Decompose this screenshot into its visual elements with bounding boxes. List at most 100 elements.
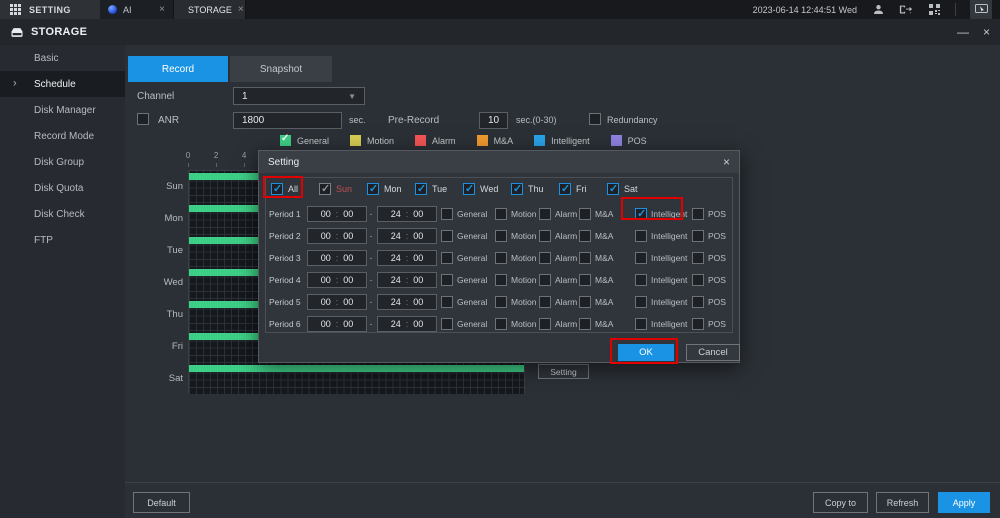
dialog-day-checkbox-all[interactable] [271,183,283,195]
period-5-type-motion: Motion [495,296,539,308]
type-checkbox-general[interactable] [441,318,453,330]
type-checkbox-general[interactable] [441,274,453,286]
start-time-input[interactable]: 00:00 [307,316,367,332]
sidebar-item-record-mode[interactable]: Record Mode [0,123,125,149]
type-checkbox-general[interactable] [441,230,453,242]
type-checkbox-manda[interactable] [579,296,591,308]
type-checkbox-motion[interactable] [495,296,507,308]
end-time-input[interactable]: 24:00 [377,206,437,222]
dialog-day-checkbox-fri[interactable] [559,183,571,195]
type-checkbox-motion[interactable] [495,274,507,286]
anr-checkbox[interactable] [137,113,149,125]
type-checkbox-alarm[interactable] [539,230,551,242]
sidebar-item-disk-quota[interactable]: Disk Quota [0,175,125,201]
end-time-input[interactable]: 24:00 [377,228,437,244]
sidebar-item-ftp[interactable]: FTP [0,227,125,253]
default-button[interactable]: Default [133,492,190,513]
type-checkbox-manda[interactable] [579,252,591,264]
tab-storage-close-icon[interactable]: × [238,4,244,15]
logout-icon[interactable] [899,3,913,16]
redundancy-checkbox[interactable] [589,113,601,125]
legend-swatch[interactable] [415,135,426,146]
channel-select[interactable]: 1 ▼ [233,87,365,105]
day-label-sat: Sat [143,362,183,394]
dialog-day-checkbox-tue[interactable] [415,183,427,195]
type-checkbox-motion[interactable] [495,252,507,264]
ok-button[interactable]: OK [618,344,674,361]
tab-snapshot[interactable]: Snapshot [230,56,332,82]
type-checkbox-general[interactable] [441,208,453,220]
sidebar-item-disk-group[interactable]: Disk Group [0,149,125,175]
window-close-button[interactable]: × [983,25,990,39]
legend-swatch[interactable] [534,135,545,146]
type-checkbox-intelligent[interactable] [635,318,647,330]
apply-button[interactable]: Apply [938,492,990,513]
dialog-day-checkbox-sun[interactable] [319,183,331,195]
type-checkbox-manda[interactable] [579,208,591,220]
copy-to-button[interactable]: Copy to [813,492,868,513]
type-checkbox-intelligent[interactable] [635,230,647,242]
tab-ai[interactable]: AI × [100,0,174,19]
type-checkbox-intelligent[interactable] [635,296,647,308]
row-setting-button[interactable]: Setting [538,364,589,379]
type-checkbox-pos[interactable] [692,318,704,330]
type-checkbox-intelligent[interactable] [635,252,647,264]
refresh-button[interactable]: Refresh [876,492,929,513]
anr-input[interactable]: 1800 [233,112,342,129]
type-checkbox-intelligent[interactable] [635,208,647,220]
legend-swatch[interactable] [350,135,361,146]
type-checkbox-motion[interactable] [495,208,507,220]
type-checkbox-intelligent[interactable] [635,274,647,286]
type-checkbox-motion[interactable] [495,230,507,242]
dialog-close-icon[interactable]: × [723,155,730,169]
legend-swatch[interactable] [477,135,488,146]
sidebar-item-disk-check[interactable]: Disk Check [0,201,125,227]
type-checkbox-manda[interactable] [579,318,591,330]
home-menu-button[interactable]: SETTING [0,0,100,19]
end-hour: 24 [391,275,401,285]
type-checkbox-motion[interactable] [495,318,507,330]
end-time-input[interactable]: 24:00 [377,316,437,332]
start-time-input[interactable]: 00:00 [307,250,367,266]
start-time-input[interactable]: 00:00 [307,228,367,244]
type-checkbox-pos[interactable] [692,296,704,308]
sidebar-item-disk-manager[interactable]: Disk Manager [0,97,125,123]
start-time-input[interactable]: 00:00 [307,272,367,288]
type-checkbox-alarm[interactable] [539,318,551,330]
type-checkbox-pos[interactable] [692,252,704,264]
start-time-input[interactable]: 00:00 [307,294,367,310]
sidebar-item-schedule[interactable]: Schedule [0,71,125,97]
qrcode-icon[interactable] [927,3,941,16]
end-time-input[interactable]: 24:00 [377,250,437,266]
type-checkbox-manda[interactable] [579,274,591,286]
dialog-day-checkbox-mon[interactable] [367,183,379,195]
tab-storage[interactable]: STORAGE × [174,0,246,19]
display-switch-icon[interactable] [970,0,992,19]
type-checkbox-pos[interactable] [692,208,704,220]
minimize-button[interactable]: — [957,25,969,39]
schedule-row-sat[interactable] [189,363,524,395]
user-icon[interactable] [871,3,885,16]
type-checkbox-general[interactable] [441,296,453,308]
type-checkbox-alarm[interactable] [539,208,551,220]
dialog-day-checkbox-wed[interactable] [463,183,475,195]
dialog-day-checkbox-thu[interactable] [511,183,523,195]
cancel-button[interactable]: Cancel [686,344,740,361]
start-time-input[interactable]: 00:00 [307,206,367,222]
pre-record-input[interactable]: 10 [479,112,508,129]
type-checkbox-alarm[interactable] [539,252,551,264]
type-checkbox-manda[interactable] [579,230,591,242]
tab-ai-close-icon[interactable]: × [159,4,165,15]
type-checkbox-alarm[interactable] [539,296,551,308]
legend-swatch[interactable] [280,135,291,146]
end-time-input[interactable]: 24:00 [377,294,437,310]
dialog-day-checkbox-sat[interactable] [607,183,619,195]
end-time-input[interactable]: 24:00 [377,272,437,288]
type-checkbox-pos[interactable] [692,274,704,286]
type-checkbox-pos[interactable] [692,230,704,242]
type-checkbox-alarm[interactable] [539,274,551,286]
legend-swatch[interactable] [611,135,622,146]
type-checkbox-general[interactable] [441,252,453,264]
sidebar-item-basic[interactable]: Basic [0,45,125,71]
tab-record[interactable]: Record [128,56,228,82]
